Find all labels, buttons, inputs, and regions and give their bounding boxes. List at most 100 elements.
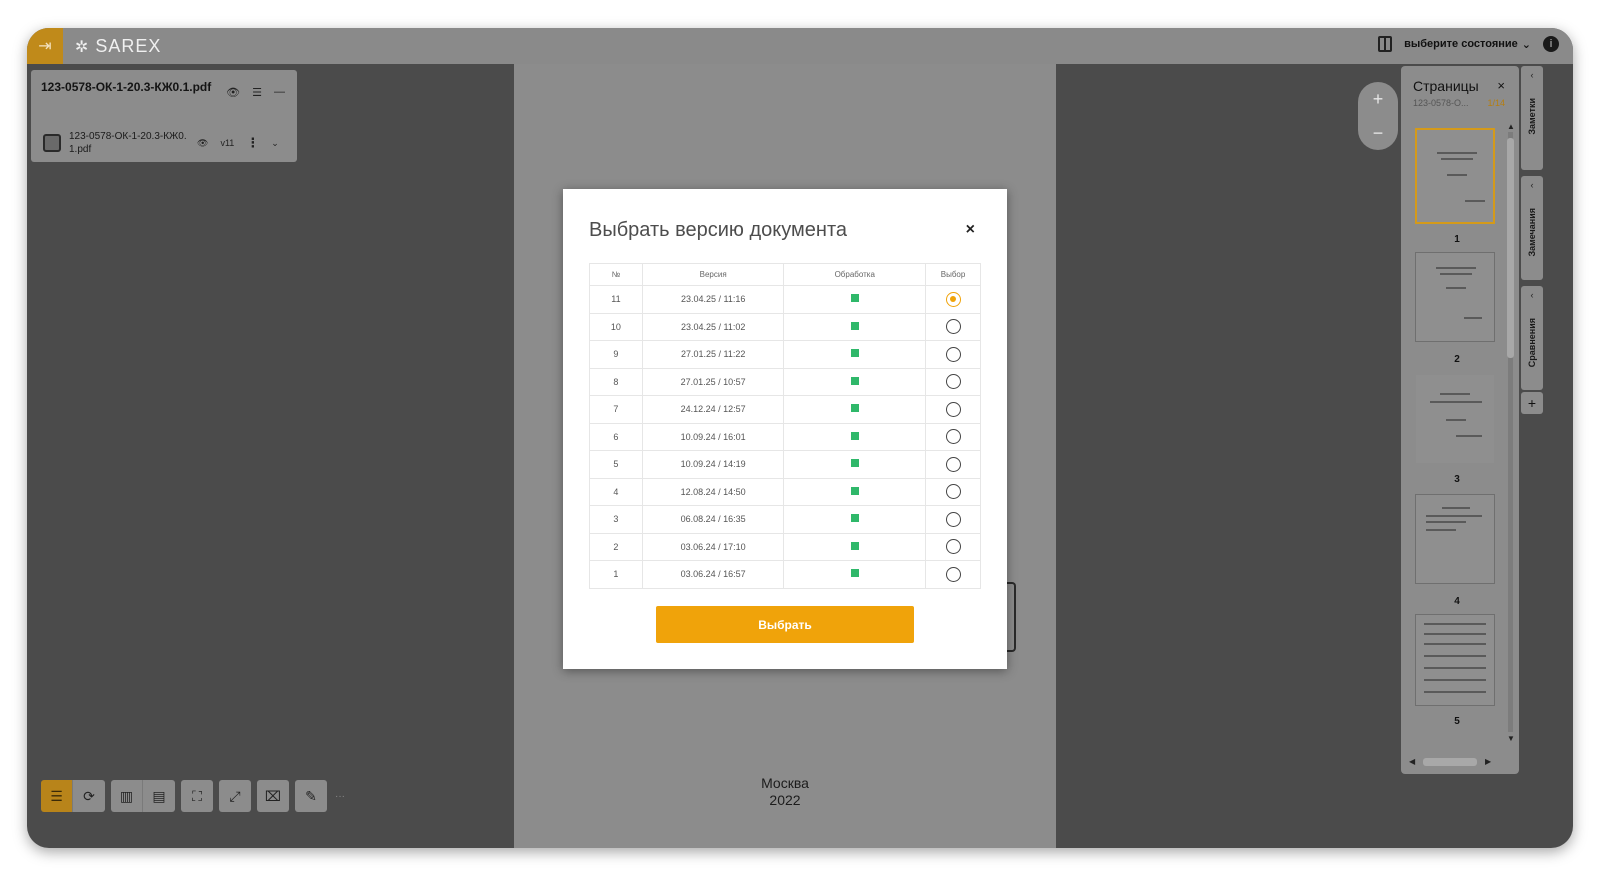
page-thumbnail[interactable] bbox=[1415, 374, 1495, 464]
table-row[interactable]: 10 23.04.25 / 11:02 bbox=[589, 313, 981, 341]
tab-label: Заметки bbox=[1527, 98, 1537, 135]
file-name: 123-0578-ОК-1-20.3-КЖ0.1.pdf bbox=[69, 131, 187, 155]
table-row[interactable]: 11 23.04.25 / 11:16 bbox=[589, 285, 981, 314]
version-radio[interactable] bbox=[945, 374, 961, 390]
split-vertical-button[interactable]: ▥ bbox=[111, 780, 143, 812]
version-radio[interactable] bbox=[945, 429, 961, 445]
tab-label: Замечания bbox=[1527, 208, 1537, 257]
book-icon[interactable] bbox=[1378, 36, 1393, 52]
version-radio[interactable] bbox=[945, 484, 961, 500]
close-icon[interactable]: × bbox=[1497, 78, 1505, 93]
page-thumbnail[interactable] bbox=[1415, 494, 1495, 584]
table-row[interactable]: 2 03.06.24 / 17:10 bbox=[589, 533, 981, 561]
version-number: 4 bbox=[589, 478, 643, 506]
version-date: 24.12.24 / 12:57 bbox=[642, 395, 785, 424]
version-radio[interactable] bbox=[945, 456, 961, 472]
table-row[interactable]: 3 06.08.24 / 16:35 bbox=[589, 505, 981, 534]
processed-status-icon bbox=[850, 514, 859, 523]
page-thumbnail[interactable] bbox=[1415, 128, 1495, 224]
page-thumbnail[interactable] bbox=[1415, 252, 1495, 342]
tab-notes[interactable]: ‹ Заметки bbox=[1521, 66, 1543, 170]
more-icon[interactable]: ⋮ bbox=[246, 135, 259, 151]
hide-markup-button[interactable]: ⌧ bbox=[257, 780, 289, 812]
page-number: 3 bbox=[1454, 474, 1460, 485]
file-row[interactable]: 123-0578-ОК-1-20.3-КЖ0.1.pdf 👁 v11 ⋮ ⌄ bbox=[43, 128, 287, 158]
pages-hscrollbar[interactable]: ◀ ▶ bbox=[1409, 756, 1499, 768]
exit-icon: ⇥ bbox=[38, 38, 52, 55]
version-radio[interactable] bbox=[945, 566, 961, 582]
rotate-tool-button[interactable]: ⟳ bbox=[73, 780, 105, 812]
table-row[interactable]: 1 03.06.24 / 16:57 bbox=[589, 560, 981, 589]
scroll-right-icon[interactable]: ▶ bbox=[1485, 757, 1491, 766]
version-date: 03.06.24 / 17:10 bbox=[642, 533, 785, 561]
state-select[interactable]: выберите состояние ⌄ bbox=[1404, 38, 1531, 51]
processed-status-icon bbox=[850, 486, 859, 495]
close-icon[interactable]: × bbox=[966, 221, 975, 239]
table-row[interactable]: 4 12.08.24 / 14:50 bbox=[589, 478, 981, 506]
minimize-icon[interactable]: — bbox=[274, 86, 285, 99]
version-radio[interactable] bbox=[945, 401, 961, 417]
top-right-controls: выберите состояние ⌄ i bbox=[1378, 36, 1559, 52]
eye-icon[interactable]: 👁 bbox=[226, 86, 240, 99]
scroll-down-icon[interactable]: ▼ bbox=[1507, 734, 1515, 743]
side-tabs: ‹ Заметки ‹ Замечания ‹ Сравнения bbox=[1521, 66, 1543, 426]
chevron-left-icon: ‹ bbox=[1530, 70, 1534, 80]
exit-button[interactable]: ⇥ bbox=[27, 28, 63, 64]
column-header-processing: Обработка bbox=[783, 263, 927, 286]
ruler-icon: ✎ bbox=[305, 787, 317, 804]
version-radio[interactable] bbox=[945, 511, 961, 527]
fit-page-button[interactable]: ⛶ bbox=[181, 780, 213, 812]
columns-icon: ▥ bbox=[119, 787, 134, 804]
zoom-in-icon[interactable]: + bbox=[1373, 89, 1384, 110]
ruler-button[interactable]: ✎ bbox=[295, 780, 327, 812]
align-icon: ☰ bbox=[50, 787, 63, 804]
modal-title: Выбрать версию документа bbox=[589, 219, 848, 241]
more-icon[interactable]: ··· bbox=[335, 791, 345, 802]
scroll-left-icon[interactable]: ◀ bbox=[1409, 757, 1415, 766]
pages-scrollbar[interactable]: ▲ ▼ bbox=[1505, 122, 1515, 743]
fullscreen-button[interactable]: ⤢ bbox=[219, 780, 251, 812]
table-row[interactable]: 8 27.01.25 / 10:57 bbox=[589, 368, 981, 396]
column-header-num: № bbox=[589, 263, 643, 286]
tab-remarks[interactable]: ‹ Замечания bbox=[1521, 176, 1543, 280]
version-radio[interactable] bbox=[945, 319, 961, 335]
page-number: 2 bbox=[1454, 354, 1460, 365]
select-version-button[interactable]: Выбрать bbox=[656, 606, 914, 643]
zoom-out-icon[interactable]: − bbox=[1373, 123, 1384, 144]
version-radio[interactable] bbox=[945, 291, 961, 307]
fullscreen-icon: ⤢ bbox=[229, 787, 241, 804]
page-number: 5 bbox=[1454, 716, 1460, 727]
processed-status-icon bbox=[850, 431, 859, 440]
version-radio[interactable] bbox=[945, 346, 961, 362]
scroll-up-icon[interactable]: ▲ bbox=[1507, 122, 1515, 131]
processed-status-icon bbox=[850, 376, 859, 385]
version-modal: Выбрать версию документа × № Версия Обра… bbox=[563, 189, 1007, 669]
table-row[interactable]: 7 24.12.24 / 12:57 bbox=[589, 395, 981, 424]
table-row[interactable]: 5 10.09.24 / 14:19 bbox=[589, 450, 981, 479]
add-tab-button[interactable]: + bbox=[1521, 392, 1543, 414]
table-header-row: № Версия Обработка Выбор bbox=[589, 263, 981, 286]
page-number: 4 bbox=[1454, 596, 1460, 607]
chevron-down-icon[interactable]: ⌄ bbox=[271, 138, 279, 149]
file-panel-actions: 👁 ☰ — bbox=[226, 86, 285, 99]
app-window: ⇥ ✲ SAREX выберите состояние ⌄ i 123-057… bbox=[27, 28, 1573, 848]
version-badge[interactable]: v11 bbox=[220, 138, 234, 148]
info-icon[interactable]: i bbox=[1543, 36, 1559, 52]
plus-icon: + bbox=[1527, 395, 1537, 411]
state-select-label: выберите состояние bbox=[1404, 38, 1518, 50]
version-number: 8 bbox=[589, 368, 643, 396]
version-date: 23.04.25 / 11:16 bbox=[642, 285, 785, 314]
file-panel: 123-0578-ОК-1-20.3-КЖ0.1.pdf 👁 ☰ — 123-0… bbox=[31, 70, 297, 162]
document-footer: Москва 2022 bbox=[514, 775, 1056, 809]
version-radio[interactable] bbox=[945, 539, 961, 555]
version-number: 10 bbox=[589, 313, 643, 341]
tab-comparisons[interactable]: ‹ Сравнения bbox=[1521, 286, 1543, 390]
align-tool-button[interactable]: ☰ bbox=[41, 780, 73, 812]
file-panel-title: 123-0578-ОК-1-20.3-КЖ0.1.pdf bbox=[41, 80, 212, 94]
page-thumbnail[interactable] bbox=[1415, 614, 1495, 706]
table-row[interactable]: 9 27.01.25 / 11:22 bbox=[589, 340, 981, 369]
eye-icon[interactable]: 👁 bbox=[197, 138, 208, 149]
table-row[interactable]: 6 10.09.24 / 16:01 bbox=[589, 423, 981, 451]
sliders-icon[interactable]: ☰ bbox=[252, 86, 262, 99]
split-horizontal-button[interactable]: ▤ bbox=[143, 780, 175, 812]
